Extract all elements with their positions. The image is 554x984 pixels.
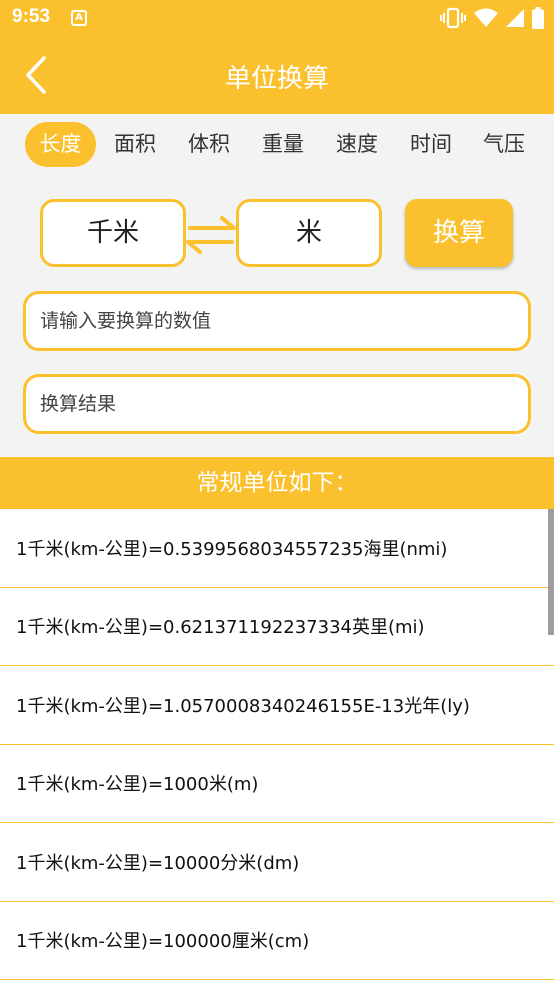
tab-area[interactable]: 面积 xyxy=(98,122,172,167)
list-item[interactable]: 1千米(km-公里)=0.621371192237334英里(mi) xyxy=(0,588,554,666)
to-unit-selector[interactable]: 米 xyxy=(236,199,382,267)
convert-button[interactable]: 换算 xyxy=(405,199,513,267)
cell-signal-icon xyxy=(506,9,524,27)
list-item[interactable]: 1千米(km-公里)=100000厘米(cm) xyxy=(0,902,554,980)
swap-units-button[interactable] xyxy=(184,216,238,254)
status-time: 9:53 xyxy=(12,6,51,27)
notification-icon: A xyxy=(71,10,87,26)
converter-panel: 千米 米 换算 xyxy=(0,176,554,457)
category-tabs: 长度 面积 体积 重量 速度 时间 气压 xyxy=(0,114,554,176)
list-item[interactable]: 1千米(km-公里)=0.5399568034557235海里(nmi) xyxy=(0,509,554,588)
result-list[interactable]: 1千米(km-公里)=0.5399568034557235海里(nmi) 1千米… xyxy=(0,509,554,984)
vibrate-icon xyxy=(440,7,466,29)
list-item[interactable]: 1千米(km-公里)=1.0570008340246155E-13光年(ly) xyxy=(0,666,554,745)
tab-length[interactable]: 长度 xyxy=(25,122,96,167)
app-bar: 单位换算 xyxy=(0,36,554,114)
wifi-icon xyxy=(474,8,498,27)
tab-pressure[interactable]: 气压 xyxy=(467,122,541,167)
tab-volume[interactable]: 体积 xyxy=(172,122,246,167)
tab-speed[interactable]: 速度 xyxy=(320,122,394,167)
tab-time[interactable]: 时间 xyxy=(394,122,468,167)
result-output[interactable] xyxy=(26,377,528,431)
value-input-field xyxy=(23,291,531,351)
result-output-field xyxy=(23,374,531,434)
swap-arrows-icon xyxy=(186,216,236,254)
list-item[interactable]: 1千米(km-公里)=1000米(m) xyxy=(0,745,554,823)
value-input[interactable] xyxy=(26,294,528,348)
battery-icon xyxy=(532,7,544,29)
list-scrollbar[interactable] xyxy=(548,509,554,635)
status-icons xyxy=(440,6,544,30)
section-header: 常规单位如下： xyxy=(0,457,554,509)
status-bar: 9:53 A xyxy=(0,0,554,36)
page-title: 单位换算 xyxy=(224,64,329,94)
tab-weight[interactable]: 重量 xyxy=(246,122,320,167)
from-unit-selector[interactable]: 千米 xyxy=(40,199,186,267)
list-item[interactable]: 1千米(km-公里)=10000分米(dm) xyxy=(0,823,554,902)
